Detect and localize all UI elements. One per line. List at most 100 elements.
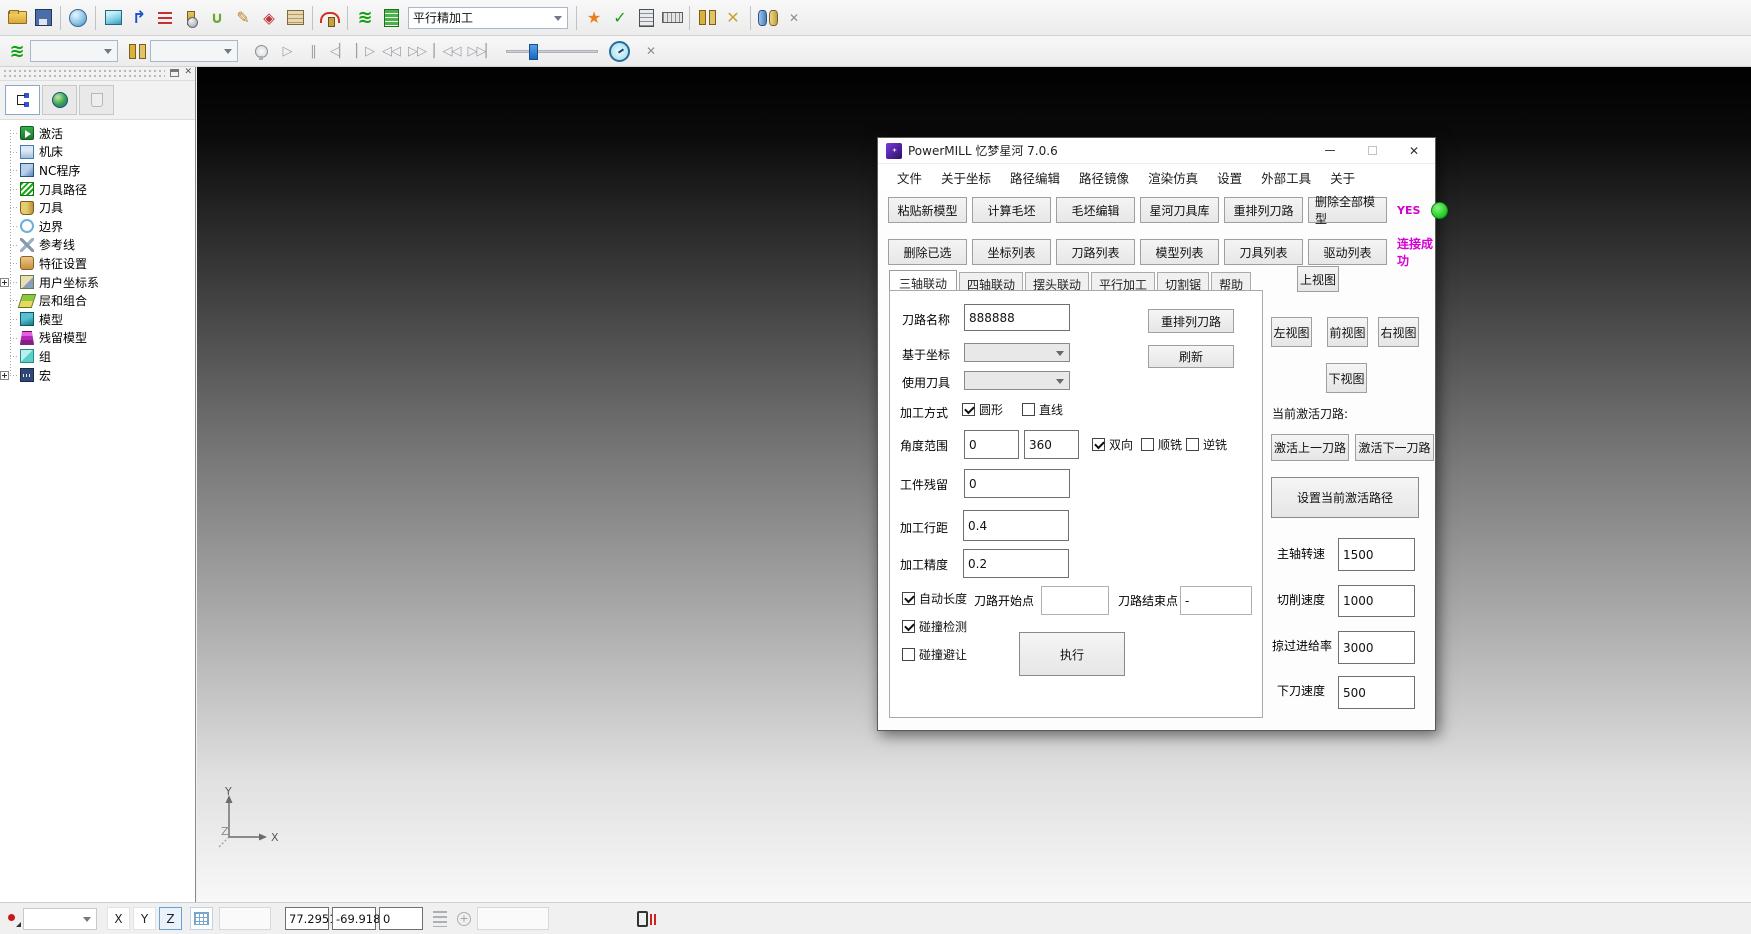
sim-toolbar-close-icon[interactable]: ✕ — [638, 38, 664, 64]
holder-icon[interactable] — [755, 5, 781, 31]
rearrange-toolpaths-button[interactable]: 重排列刀路 — [1224, 197, 1303, 223]
menu-coords[interactable]: 关于坐标 — [941, 168, 991, 187]
calculator-icon[interactable] — [633, 5, 659, 31]
expand-icon[interactable] — [0, 371, 9, 380]
menu-path-mirror[interactable]: 路径镜像 — [1079, 168, 1129, 187]
slider-handle[interactable] — [529, 44, 538, 60]
auto-length-checkbox[interactable]: 自动长度 — [902, 590, 967, 607]
sim-tool-icon[interactable] — [124, 38, 150, 64]
view-top-button[interactable]: 上视图 — [1297, 266, 1339, 292]
spindle-speed-input[interactable]: 1500 — [1338, 538, 1415, 571]
simulation-pause-icon[interactable] — [637, 911, 648, 927]
menu-path-edit[interactable]: 路径编辑 — [1010, 168, 1060, 187]
refresh-button[interactable]: 刷新 — [1148, 345, 1234, 368]
tree-item-patterns[interactable]: 参考线 — [0, 236, 195, 255]
verify-icon[interactable]: ✓ — [607, 5, 633, 31]
skim-feed-input[interactable]: 3000 — [1338, 631, 1415, 664]
cutting-feed-input[interactable]: 1000 — [1338, 585, 1415, 617]
expand-icon[interactable] — [0, 278, 9, 287]
menu-external-tools[interactable]: 外部工具 — [1261, 168, 1311, 187]
grid-size-field[interactable] — [219, 907, 271, 930]
toolpath-strategies-icon[interactable] — [282, 5, 308, 31]
angle-end-input[interactable]: 360 — [1024, 430, 1079, 459]
simulation-time-icon[interactable] — [606, 38, 632, 64]
highlight-icon[interactable] — [248, 38, 274, 64]
open-project-icon[interactable] — [4, 5, 30, 31]
step-back-icon[interactable]: ◁▏ — [326, 38, 352, 64]
nc-program-icon[interactable]: ★ — [581, 5, 607, 31]
axis-y-button[interactable]: Y — [133, 907, 156, 930]
strategy-combobox[interactable]: 平行精加工 — [408, 7, 568, 29]
statusbar-combobox[interactable] — [23, 908, 97, 930]
toolpath-list-button[interactable]: 刀路列表 — [1056, 239, 1135, 265]
drive-list-button[interactable]: 驱动列表 — [1308, 239, 1387, 265]
tree-item-nc-program[interactable]: NC程序 — [0, 161, 195, 180]
menu-about[interactable]: 关于 — [1330, 168, 1355, 187]
mirror-transform-icon[interactable]: ✕ — [720, 5, 746, 31]
paste-new-model-button[interactable]: 粘贴新模型 — [888, 197, 967, 223]
rapid-move-icon[interactable]: ↱ — [126, 5, 152, 31]
simulation-speed-slider[interactable] — [506, 50, 598, 53]
sim-toolpath-combobox[interactable] — [30, 40, 118, 62]
tree-item-tools[interactable]: 刀具 — [0, 198, 195, 217]
tool-list-button[interactable]: 刀具列表 — [1224, 239, 1303, 265]
tolerance-field[interactable] — [477, 907, 549, 930]
probe-icon[interactable]: + — [457, 912, 471, 926]
grid-toggle-button[interactable] — [190, 907, 213, 930]
execute-button[interactable]: 执行 — [1019, 632, 1125, 676]
close-button[interactable]: ✕ — [1393, 138, 1435, 163]
calc-block-button[interactable]: 计算毛坯 — [972, 197, 1051, 223]
tree-item-levels-sets[interactable]: 层和组合 — [0, 291, 195, 310]
axis-z-button[interactable]: Z — [159, 907, 182, 930]
collision-check-checkbox[interactable]: 碰撞检测 — [902, 618, 967, 635]
toolpath-list-icon[interactable] — [378, 5, 404, 31]
tree-item-activate[interactable]: 激活 — [0, 124, 195, 143]
tree-item-groups[interactable]: 组 — [0, 347, 195, 366]
view-front-button[interactable]: 前视图 — [1327, 317, 1368, 347]
leads-links-icon[interactable]: ∪ — [204, 5, 230, 31]
conventional-mill-checkbox[interactable]: 逆铣 — [1186, 436, 1227, 453]
explorer-tab-recycle[interactable] — [79, 85, 114, 115]
mode-line-checkbox[interactable]: 直线 — [1022, 401, 1063, 418]
activate-prev-toolpath-button[interactable]: 激活上一刀路 — [1271, 434, 1349, 461]
toolpath-icon[interactable]: ≋ — [4, 38, 30, 64]
start-point-input[interactable] — [1041, 586, 1109, 615]
maximize-button[interactable] — [1351, 138, 1393, 163]
rearrange-button[interactable]: 重排列刀路 — [1148, 309, 1234, 333]
fast-forward-icon[interactable]: ▷▷ — [404, 38, 430, 64]
tree-item-stock-models[interactable]: 残留模型 — [0, 329, 195, 348]
tree-item-workplanes[interactable]: 用户坐标系 — [0, 273, 195, 292]
delete-all-models-button[interactable]: 删除全部模型 — [1308, 197, 1387, 223]
sim-tool-combobox[interactable] — [150, 40, 238, 62]
climb-mill-checkbox[interactable]: 顺铣 — [1141, 436, 1182, 453]
set-active-path-button[interactable]: 设置当前激活路径 — [1271, 477, 1419, 518]
tree-item-boundaries[interactable]: 边界 — [0, 217, 195, 236]
pattern-icon[interactable]: ◈ — [256, 5, 282, 31]
mode-circle-checkbox[interactable]: 圆形 — [962, 401, 1003, 418]
coord-list-button[interactable]: 坐标列表 — [972, 239, 1051, 265]
activate-next-toolpath-button[interactable]: 激活下一刀路 — [1355, 434, 1434, 461]
axis-x-button[interactable]: X — [107, 907, 130, 930]
block-icon[interactable] — [100, 5, 126, 31]
menu-settings[interactable]: 设置 — [1217, 168, 1242, 187]
tree-item-macros[interactable]: 宏 — [0, 366, 195, 385]
panel-grip[interactable]: ✕ — [0, 67, 195, 81]
save-project-icon[interactable] — [30, 5, 56, 31]
curve-editor-icon[interactable]: ✎ — [230, 5, 256, 31]
menu-render-sim[interactable]: 渲染仿真 — [1148, 168, 1198, 187]
explorer-tab-tree[interactable] — [5, 85, 40, 115]
rewind-icon[interactable]: ◁◁ — [378, 38, 404, 64]
measure-icon[interactable] — [659, 5, 685, 31]
tree-item-models[interactable]: 模型 — [0, 310, 195, 329]
stock-allowance-input[interactable]: 0 — [964, 469, 1070, 498]
toolpath-icon[interactable]: ≋ — [352, 5, 378, 31]
bidirectional-checkbox[interactable]: 双向 — [1092, 436, 1133, 453]
use-tool-combobox[interactable] — [964, 371, 1070, 390]
edit-block-button[interactable]: 毛坯编辑 — [1056, 197, 1135, 223]
stepover-input[interactable]: 0.4 — [963, 510, 1069, 541]
collision-check-icon[interactable] — [317, 5, 343, 31]
model-list-button[interactable]: 模型列表 — [1140, 239, 1219, 265]
view-right-button[interactable]: 右视图 — [1378, 317, 1419, 347]
toolbar-close-icon[interactable]: ✕ — [781, 5, 807, 31]
explorer-tab-web[interactable] — [42, 85, 77, 115]
